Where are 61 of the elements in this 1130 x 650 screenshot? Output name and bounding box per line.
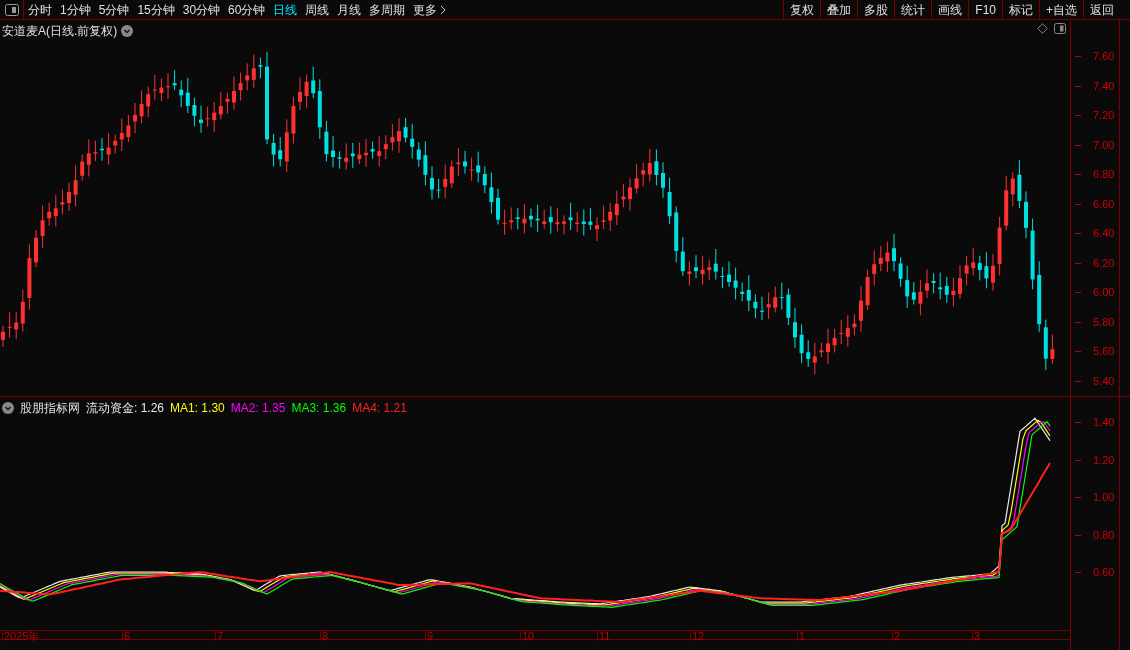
toolbar-button[interactable]: 画线 [931,0,969,20]
indicator-value: MA2: 1.35 [230,400,286,417]
axis-label: 1.20 [1093,453,1115,466]
toolbar-button[interactable]: 统计 [894,0,932,20]
date-label: 8 [320,631,329,641]
period-tab[interactable]: 月线 [337,0,362,19]
date-label: 10 [520,631,535,641]
axis-label: 5.60 [1093,345,1115,357]
panel-toggle-icon[interactable] [1054,23,1066,34]
toolbar-button[interactable]: 复权 [783,0,821,20]
toolbar-button[interactable]: 多股 [857,0,895,20]
date-label: 2 [892,631,901,641]
toolbar-button[interactable]: 标记 [1002,0,1039,20]
axis-label: 6.20 [1093,256,1115,269]
period-tab[interactable]: 30分钟 [182,0,221,19]
axis-label: 7.40 [1093,79,1115,92]
axis-label: 6.80 [1093,168,1115,180]
date-label: 6 [122,631,131,641]
date-label: 7 [215,631,224,641]
period-tab[interactable]: 60分钟 [228,0,266,19]
axis-label: 0.60 [1093,566,1115,578]
period-tab[interactable]: 分时 [28,0,52,19]
date-label: 2025年 [2,631,40,641]
period-tab[interactable]: 1分钟 [60,0,91,19]
panel-toggle-icon[interactable] [4,3,19,16]
indicator-value: MA1: 1.30 [170,400,225,417]
date-label: 9 [425,631,434,641]
indicator-value: 流动资金: 1.26 [86,400,165,417]
date-label: 1 [797,631,806,641]
indicator-name: 股朋指标网 [20,400,80,417]
indicator-value: MA3: 1.36 [291,400,347,417]
period-tab[interactable]: 日线 [273,0,298,19]
dropdown-icon[interactable] [2,402,14,414]
axis-label: 1.00 [1093,491,1115,503]
axis-label: 7.00 [1093,138,1115,151]
date-label: 12 [690,631,705,641]
period-tab[interactable]: 周线 [305,0,330,19]
period-tab[interactable]: 15分钟 [137,0,175,19]
toolbar-button[interactable]: +自选 [1039,0,1083,20]
axis-label: 5.80 [1093,315,1115,328]
diamond-icon[interactable] [1037,23,1048,34]
axis-label: 5.40 [1093,374,1115,387]
date-label: 11 [597,631,611,641]
period-tab[interactable]: 更多 [413,0,447,19]
axis-label: 0.80 [1093,528,1115,541]
date-label: 3 [972,631,981,641]
toolbar-button[interactable]: 返回 [1083,0,1120,20]
axis-label: 1.40 [1093,416,1115,428]
dropdown-icon[interactable] [121,25,134,37]
axis-label: 7.20 [1093,109,1115,121]
axis-label: 6.60 [1093,197,1115,210]
axis-label: 6.40 [1093,227,1115,239]
period-tab[interactable]: 5分钟 [98,0,130,19]
indicator-value: MA4: 1.21 [352,400,407,417]
axis-label: 7.60 [1093,50,1115,62]
toolbar-button[interactable]: 叠加 [820,0,858,20]
chevron-right-icon [440,4,447,15]
toolbar-button[interactable]: F10 [968,0,1002,20]
axis-label: 6.00 [1093,286,1115,298]
period-tab[interactable]: 多周期 [369,0,406,19]
stock-title: 安道麦A(日线.前复权) [2,23,118,40]
